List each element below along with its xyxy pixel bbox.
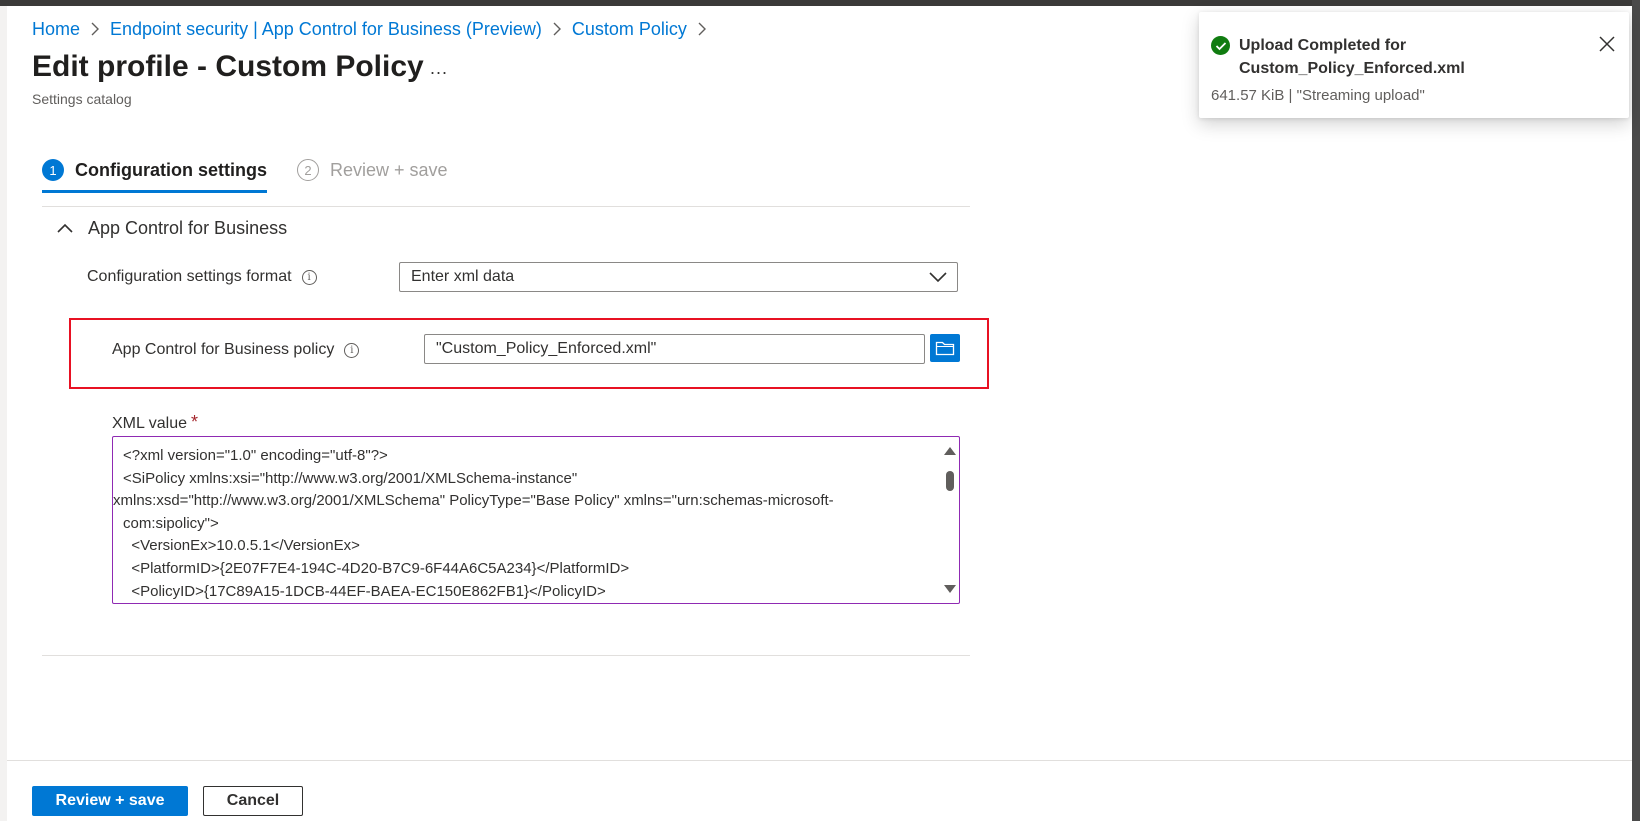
section-toggle-app-control[interactable]: App Control for Business <box>56 218 287 239</box>
format-dropdown-value: Enter xml data <box>411 268 515 285</box>
page-subtitle: Settings catalog <box>32 91 132 107</box>
xml-value-textarea[interactable]: <?xml version="1.0" encoding="utf-8"?> <… <box>112 436 960 604</box>
step-number-badge: 1 <box>42 159 64 181</box>
info-icon[interactable]: i <box>344 342 360 358</box>
format-label-group: Configuration settings format i <box>87 268 317 286</box>
required-marker: * <box>191 412 199 432</box>
more-options-icon[interactable]: ... <box>430 58 448 79</box>
info-icon[interactable]: i <box>301 269 317 285</box>
left-edge <box>0 6 7 821</box>
breadcrumb-endpoint-security[interactable]: Endpoint security | App Control for Busi… <box>110 19 542 40</box>
scroll-thumb[interactable] <box>946 471 954 491</box>
policy-label-group: App Control for Business policy i <box>112 341 360 359</box>
footer-divider <box>7 760 1632 761</box>
right-edge <box>1632 0 1640 821</box>
scroll-up-arrow-icon[interactable] <box>944 447 956 455</box>
review-save-button[interactable]: Review + save <box>32 786 188 816</box>
browse-file-button[interactable] <box>930 334 960 362</box>
scroll-down-arrow-icon[interactable] <box>944 585 956 593</box>
wizard-steps: 1 Configuration settings 2 Review + save <box>42 154 448 193</box>
xml-line: <VersionEx>10.0.5.1</VersionEx> <box>123 537 360 555</box>
section-title: App Control for Business <box>88 218 288 238</box>
close-icon[interactable] <box>1597 34 1617 54</box>
format-label: Configuration settings format <box>87 268 292 285</box>
breadcrumb-custom-policy[interactable]: Custom Policy <box>572 19 687 40</box>
upload-toast: Upload Completed for Custom_Policy_Enfor… <box>1199 12 1629 118</box>
scrollbar[interactable] <box>943 441 957 599</box>
xml-value-label-group: XML value * <box>112 412 198 433</box>
step-number-badge: 2 <box>297 159 319 181</box>
policy-file-input[interactable]: "Custom_Policy_Enforced.xml" <box>424 334 925 364</box>
section-divider-top <box>42 206 970 207</box>
checkmark-icon <box>1211 36 1230 55</box>
xml-line: com:sipolicy"> <box>123 514 219 532</box>
chevron-up-icon <box>56 220 74 238</box>
folder-icon <box>935 340 955 356</box>
page-title: Edit profile - Custom Policy <box>32 50 424 83</box>
section-divider-bottom <box>42 655 970 656</box>
chevron-down-icon <box>929 271 947 283</box>
tab-review-save[interactable]: 2 Review + save <box>297 154 448 186</box>
step-label: Review + save <box>330 159 448 180</box>
top-bar <box>0 0 1640 6</box>
xml-line: <SiPolicy xmlns:xsi="http://www.w3.org/2… <box>123 469 578 487</box>
xml-line: <?xml version="1.0" encoding="utf-8"?> <box>123 447 388 464</box>
breadcrumb: Home Endpoint security | App Control for… <box>32 18 717 40</box>
active-tab-indicator <box>42 190 267 193</box>
policy-label: App Control for Business policy <box>112 341 335 358</box>
xml-content: <?xml version="1.0" encoding="utf-8"?> <… <box>113 445 923 603</box>
chevron-right-icon <box>697 22 707 36</box>
toast-title: Upload Completed for Custom_Policy_Enfor… <box>1239 37 1465 77</box>
cancel-button[interactable]: Cancel <box>203 786 303 816</box>
xml-line: xmlns:xsd="http://www.w3.org/2001/XMLSch… <box>113 492 834 510</box>
step-label: Configuration settings <box>75 159 267 180</box>
xml-line: <PlatformID>{2E07F7E4-194C-4D20-B7C9-6F4… <box>123 559 630 577</box>
toast-detail: 641.57 KiB | "Streaming upload" <box>1211 87 1425 104</box>
format-dropdown[interactable]: Enter xml data <box>399 262 958 292</box>
xml-line: <PolicyID>{17C89A15-1DCB-44EF-BAEA-EC150… <box>123 582 606 600</box>
chevron-right-icon <box>552 22 562 36</box>
breadcrumb-home[interactable]: Home <box>32 19 80 40</box>
chevron-right-icon <box>90 22 100 36</box>
xml-value-label: XML value <box>112 415 187 432</box>
tab-configuration-settings[interactable]: 1 Configuration settings <box>42 154 267 193</box>
